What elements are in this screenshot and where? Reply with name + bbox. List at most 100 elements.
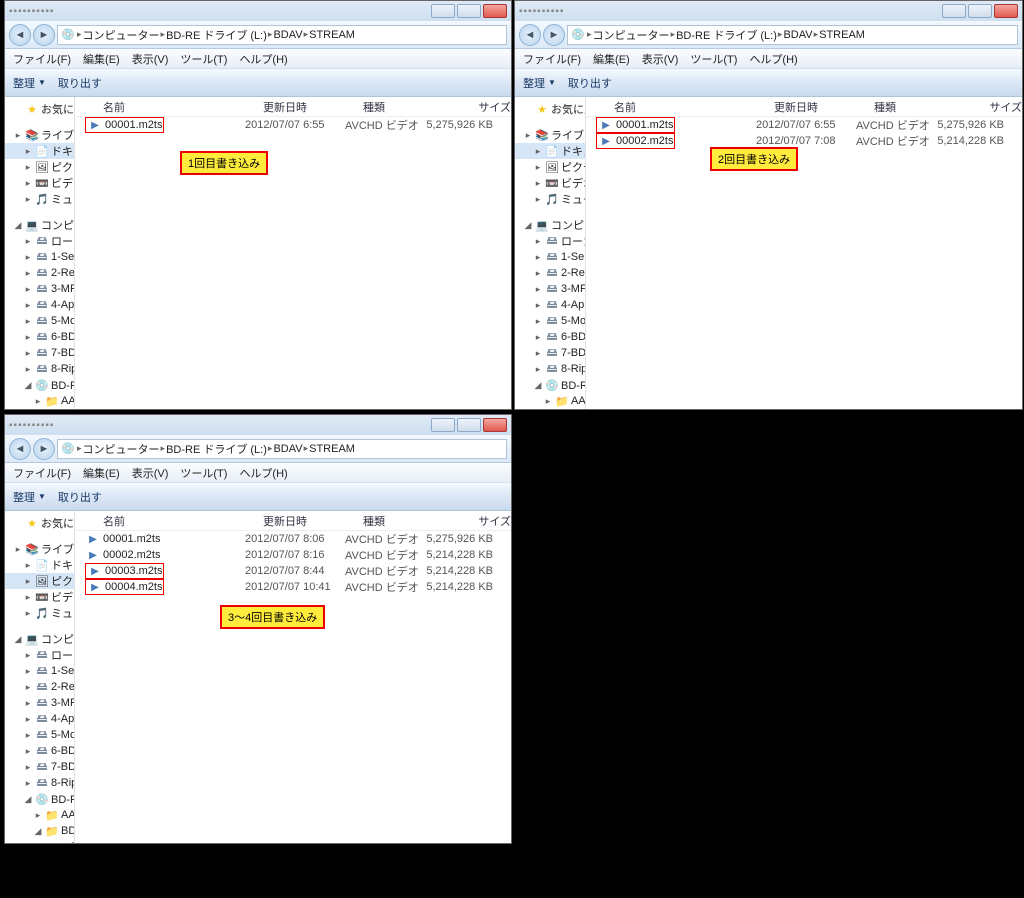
maximize-button[interactable]	[457, 418, 481, 432]
menu-tool[interactable]: ツール(T)	[180, 51, 227, 67]
file-row[interactable]: ▶00003.m2ts2012/07/07 8:44AVCHD ビデオ5,214…	[75, 563, 511, 579]
nav-bar: ◄ ► 💿 ▸ コンピューター ▸ BD-RE ドライブ (L:) ▸ BDAV…	[5, 435, 511, 463]
annotation-2: 2回目書き込み	[710, 147, 798, 171]
menu-bar: ファイル(F) 編集(E) 表示(V) ツール(T) ヘルプ(H)	[515, 49, 1022, 69]
close-button[interactable]	[994, 4, 1018, 18]
extract-button[interactable]: 取り出す	[58, 75, 102, 91]
tree-item[interactable]: ▸🎵ミュージック	[515, 191, 585, 207]
column-size[interactable]: サイズ	[441, 99, 511, 115]
toolbar: 整理▼ 取り出す	[515, 69, 1022, 97]
crumb-drive[interactable]: BD-RE ドライブ (L:)	[166, 27, 267, 43]
tree-item[interactable]: ★お気に入り	[5, 101, 74, 117]
close-button[interactable]	[483, 4, 507, 18]
video-file-icon: ▶	[85, 548, 101, 562]
title-bar[interactable]: ▪▪▪▪▪▪▪▪▪▪	[515, 1, 1022, 21]
drive-icon: 💿	[570, 27, 586, 43]
file-row[interactable]: ▶00001.m2ts2012/07/07 6:55AVCHD ビデオ5,275…	[75, 117, 511, 133]
column-type[interactable]: 種類	[363, 99, 441, 115]
minimize-button[interactable]	[942, 4, 966, 18]
crumb-bdav[interactable]: BDAV	[273, 29, 302, 41]
maximize-button[interactable]	[968, 4, 992, 18]
annotation-3: 3～4回目書き込み	[220, 605, 325, 629]
file-list: 名前 更新日時 種類 サイズ ▶00001.m2ts2012/07/07 6:5…	[75, 97, 511, 409]
toolbar: 整理▼ 取り出す	[5, 483, 511, 511]
tree-item[interactable]: ▸📁AACS	[515, 393, 585, 409]
file-row[interactable]: ▶00004.m2ts2012/07/07 10:41AVCHD ビデオ5,21…	[75, 579, 511, 595]
video-file-icon: ▶	[598, 118, 614, 132]
tree-item[interactable]: ◢📁BDAV	[5, 823, 74, 839]
explorer-window-2: ▪▪▪▪▪▪▪▪▪▪ ◄ ► 💿 ▸ コンピューター ▸ BD-RE ドライブ …	[514, 0, 1023, 410]
tree-item[interactable]: ▸📼ビデオ	[515, 175, 585, 191]
title-bar[interactable]: ▪▪▪▪▪▪▪▪▪▪	[5, 415, 511, 435]
back-button[interactable]: ◄	[9, 24, 31, 46]
minimize-button[interactable]	[431, 4, 455, 18]
tree-item[interactable]: ▸📁AACS	[5, 807, 74, 823]
explorer-window-1: ▪▪▪▪▪▪▪▪▪▪ ◄ ► 💿 ▸ コンピューター ▸ BD-RE ドライブ …	[4, 0, 512, 410]
crumb-computer[interactable]: コンピューター	[83, 27, 160, 43]
column-date[interactable]: 更新日時	[263, 99, 363, 115]
close-button[interactable]	[483, 418, 507, 432]
annotation-1: 1回目書き込み	[180, 151, 268, 175]
tree-item[interactable]: ▸🖴8-Ripping_DATA (K:)	[515, 361, 585, 377]
explorer-window-3: ▪▪▪▪▪▪▪▪▪▪ ◄ ► 💿 ▸ コンピューター ▸ BD-RE ドライブ …	[4, 414, 512, 844]
tree-item[interactable]: ◢💿BD-RE ドライブ (L:)	[5, 791, 74, 807]
drive-icon: 💿	[60, 441, 76, 457]
maximize-button[interactable]	[457, 4, 481, 18]
nav-bar: ◄ ► 💿 ▸ コンピューター ▸ BD-RE ドライブ (L:) ▸ BDAV…	[515, 21, 1022, 49]
tree-item[interactable]: ▸🖼ピクチャ	[5, 573, 74, 589]
menu-edit[interactable]: 編集(E)	[83, 51, 120, 67]
tree-item[interactable]: ▸📚ライブラリ	[5, 541, 74, 557]
organize-button[interactable]: 整理▼	[13, 75, 46, 91]
breadcrumb[interactable]: 💿 ▸ コンピューター ▸ BD-RE ドライブ (L:) ▸ BDAV ▸ S…	[57, 25, 507, 45]
tree-item[interactable]: ★お気に入り	[5, 515, 74, 531]
tree-item[interactable]: ▸📄ドキュメント	[5, 557, 74, 573]
column-name[interactable]: 名前	[103, 99, 263, 115]
tree-item[interactable]: ▸📼ビデオ	[5, 589, 74, 605]
menu-view[interactable]: 表示(V)	[132, 51, 169, 67]
drive-icon: 💿	[60, 27, 76, 43]
forward-button[interactable]: ►	[543, 24, 565, 46]
nav-bar: ◄ ► 💿 ▸ コンピューター ▸ BD-RE ドライブ (L:) ▸ BDAV…	[5, 21, 511, 49]
tree-item[interactable]: ▸📄ドキュメント	[5, 143, 74, 159]
video-file-icon: ▶	[598, 134, 614, 148]
tree-item[interactable]: ▸📚ライブラリ	[515, 127, 585, 143]
tree-item[interactable]: ▸📼ビデオ	[5, 175, 74, 191]
video-file-icon: ▶	[85, 532, 101, 546]
crumb-stream[interactable]: STREAM	[309, 29, 355, 41]
toolbar: 整理▼ 取り出す	[5, 69, 511, 97]
menu-help[interactable]: ヘルプ(H)	[239, 51, 287, 67]
back-button[interactable]: ◄	[9, 438, 31, 460]
breadcrumb[interactable]: 💿 ▸ コンピューター ▸ BD-RE ドライブ (L:) ▸ BDAV ▸ S…	[57, 439, 507, 459]
tree-item[interactable]: ▸📄ドキュメント	[515, 143, 585, 159]
tree-item[interactable]: ▸📁AACS	[5, 393, 74, 409]
tree-item[interactable]: ▸🖴8-Ripping_DATA (K:)	[5, 361, 74, 377]
file-row[interactable]: ▶00002.m2ts2012/07/07 8:16AVCHD ビデオ5,214…	[75, 547, 511, 563]
breadcrumb[interactable]: 💿 ▸ コンピューター ▸ BD-RE ドライブ (L:) ▸ BDAV ▸ S…	[567, 25, 1018, 45]
forward-button[interactable]: ►	[33, 438, 55, 460]
sidebar: ★お気に入り ▸📚ライブラリ▸📄ドキュメント▸🖼ピクチャ▸📼ビデオ▸🎵ミュージック…	[5, 511, 75, 843]
tree-item[interactable]: ▸🎵ミュージック	[5, 605, 74, 621]
tree-item[interactable]: ★お気に入り	[515, 101, 585, 117]
tree-item[interactable]: ▸🖼ピクチャ	[515, 159, 585, 175]
menu-file[interactable]: ファイル(F)	[13, 51, 71, 67]
forward-button[interactable]: ►	[33, 24, 55, 46]
video-file-icon: ▶	[87, 118, 103, 132]
menu-bar: ファイル(F) 編集(E) 表示(V) ツール(T) ヘルプ(H)	[5, 49, 511, 69]
tree-item[interactable]: ▸🖼ピクチャ	[5, 159, 74, 175]
file-row[interactable]: ▶00002.m2ts2012/07/07 7:08AVCHD ビデオ5,214…	[586, 133, 1022, 149]
file-row[interactable]: ▶00001.m2ts2012/07/07 6:55AVCHD ビデオ5,275…	[586, 117, 1022, 133]
sidebar: ★お気に入り ▸📚ライブラリ▸📄ドキュメント▸🖼ピクチャ▸📼ビデオ▸🎵ミュージック…	[5, 97, 75, 409]
tree-item[interactable]: ▸🖴8-Ripping_DATA (K:)	[5, 775, 74, 791]
tree-item[interactable]: ▸🎵ミュージック	[5, 191, 74, 207]
file-row[interactable]: ▶00001.m2ts2012/07/07 8:06AVCHD ビデオ5,275…	[75, 531, 511, 547]
file-list: 名前 更新日時 種類 サイズ ▶00001.m2ts2012/07/07 6:5…	[586, 97, 1022, 409]
menu-bar: ファイル(F) 編集(E) 表示(V) ツール(T) ヘルプ(H)	[5, 463, 511, 483]
tree-item[interactable]: ◢💿BD-RE ドライブ (L:)	[5, 377, 74, 393]
minimize-button[interactable]	[431, 418, 455, 432]
tree-item[interactable]: ▸📚ライブラリ	[5, 127, 74, 143]
tree-item[interactable]: ◢💿BD-RE ドライブ (L:)	[515, 377, 585, 393]
back-button[interactable]: ◄	[519, 24, 541, 46]
video-file-icon: ▶	[87, 564, 103, 578]
tree-item[interactable]: 📁BACKUP	[5, 839, 74, 843]
title-bar[interactable]: ▪▪▪▪▪▪▪▪▪▪	[5, 1, 511, 21]
